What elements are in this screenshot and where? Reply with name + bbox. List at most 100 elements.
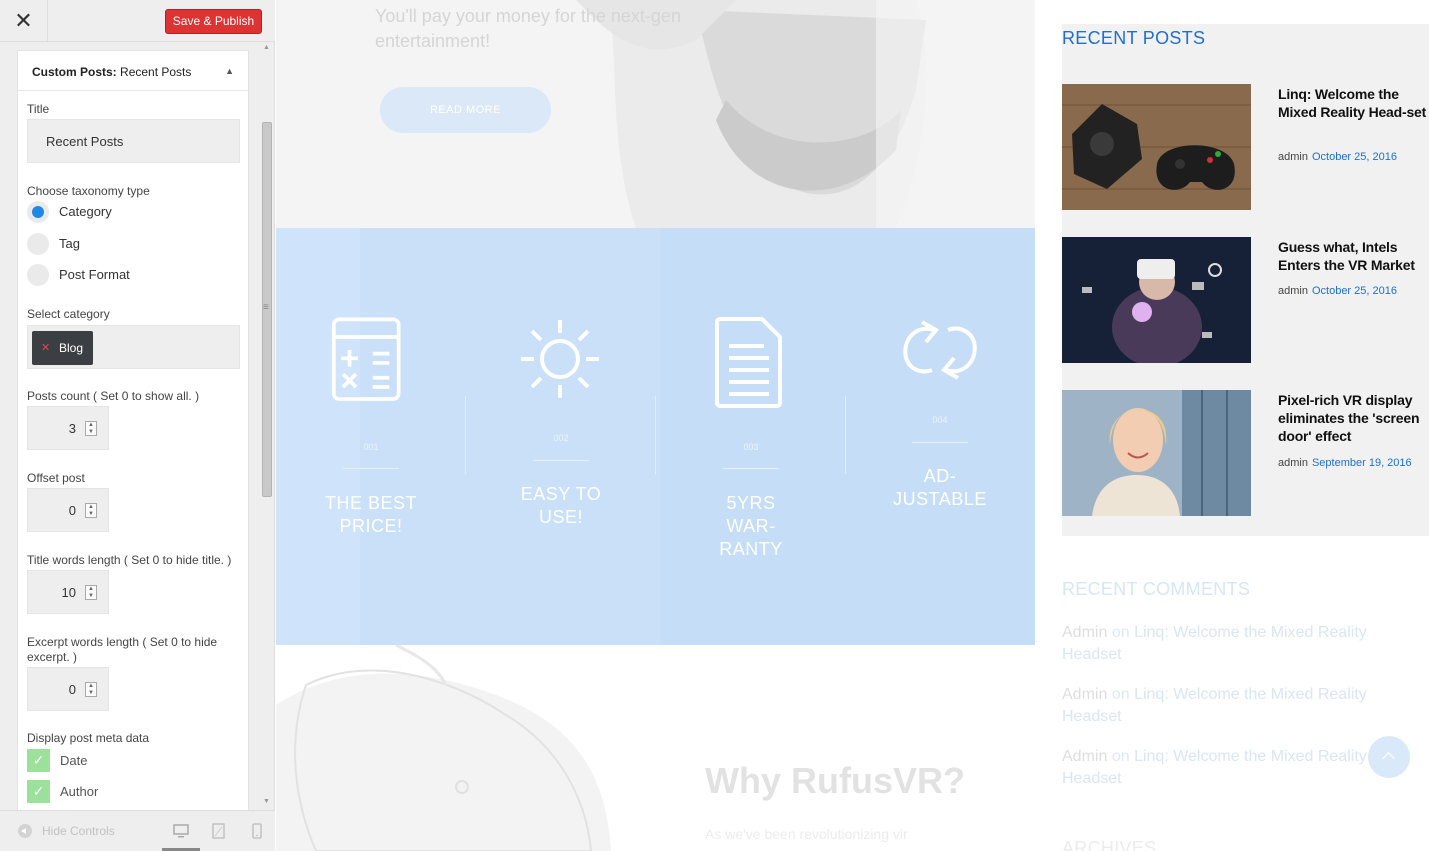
save-publish-button[interactable]: Save & Publish [165,9,262,34]
resize-handle-icon[interactable]: ≡ [263,302,269,313]
radio-label: Tag [59,236,80,251]
comment-on: on [1111,624,1130,641]
category-chip-blog[interactable]: ✕ Blog [32,331,93,365]
sun-icon [521,320,599,398]
post-author: admin [1278,457,1308,469]
scroll-up-arrow-icon[interactable]: ▲ [263,44,270,51]
post-author: admin [1278,285,1308,297]
recent-posts-title: RECENT POSTS [1062,28,1206,48]
post-date-link[interactable]: October 25, 2016 [1312,285,1397,297]
excerpt-words-label: Excerpt words length ( Set 0 to hide [27,635,218,649]
feature-divider [723,468,779,469]
comment-item: Admin on Linq: Welcome the Mixed Reality… [1062,622,1402,666]
post-date-link[interactable]: October 25, 2016 [1312,151,1397,163]
post-title-link[interactable]: Linq: Welcome the Mixed Reality Head-set [1278,85,1428,121]
comment-post-link[interactable]: Linq: Welcome the Mixed Reality Headset [1062,748,1367,787]
radio-selected-indicator[interactable] [27,201,49,223]
posts-count-label: Posts count ( Set 0 to show all. ) [27,389,200,403]
comment-author[interactable]: Admin [1062,624,1107,641]
hide-controls-button[interactable]: Hide Controls [18,824,115,838]
recent-post-item[interactable]: Linq: Welcome the Mixed Reality Head-set… [1062,84,1429,211]
taxonomy-label: Choose taxonomy type [27,184,150,198]
feature-number: 002 [553,433,569,443]
customizer-window: ✕ Save & Publish Custom Posts: Recent Po… [0,0,1429,851]
feature-number: 003 [743,442,759,452]
feature-number: 001 [363,442,379,452]
post-thumbnail[interactable] [1062,390,1251,516]
comment-item: Admin on Linq: Welcome the Mixed Reality… [1062,684,1402,728]
comment-on: on [1111,748,1130,765]
comment-post-link[interactable]: Linq: Welcome the Mixed Reality Headset [1062,686,1367,725]
recent-posts-widget-panel: Custom Posts: Recent Posts ▲ Title Recen… [17,50,249,810]
remove-chip-icon[interactable]: ✕ [41,331,50,365]
recent-posts-widget: RECENT POSTS Linq: Welcome the Mixed Rea… [1062,24,1429,536]
radio-label: Category [59,204,112,219]
comment-author[interactable]: Admin [1062,686,1107,703]
post-title-link[interactable]: Guess what, Intels Enters the VR Market [1278,238,1428,274]
sidebar-scrollbar[interactable]: ▲ ▼ [259,42,275,810]
collapse-arrow-icon [18,824,32,838]
sidebar-scroll-area: Custom Posts: Recent Posts ▲ Title Recen… [0,42,275,810]
radio-indicator[interactable] [27,233,49,255]
category-label: Select category [27,307,110,321]
feature-separator [845,396,846,474]
checkmark-icon[interactable]: ✓ [27,749,50,772]
desktop-icon[interactable] [173,823,189,839]
archives-title: ARCHIVES [1062,838,1157,851]
offset-stepper[interactable]: 0 ▲ ▼ [27,488,109,532]
feature-title: EASY TO USE! [520,484,602,527]
comment-item: Admin on Linq: Welcome the Mixed Reality… [1062,746,1402,790]
spinner-arrows-icon[interactable]: ▲ ▼ [85,682,97,697]
tablet-icon[interactable] [211,823,227,839]
why-subtext: As we've been revolutionizing vir [705,826,908,842]
close-icon[interactable]: ✕ [14,8,32,33]
category-select[interactable]: ✕ Blog [27,325,240,369]
spinner-arrows-icon[interactable]: ▲ ▼ [85,421,97,436]
vr-headset-image [276,645,611,851]
widget-header[interactable]: Custom Posts: Recent Posts ▲ [18,51,248,91]
spinner-arrows-icon[interactable]: ▲ ▼ [85,503,97,518]
collapse-caret-icon[interactable]: ▲ [225,66,234,76]
excerpt-words-stepper[interactable]: 0 ▲ ▼ [27,667,109,711]
checkmark-icon[interactable]: ✓ [27,780,50,803]
comment-on: on [1111,686,1130,703]
feature-number: 004 [932,415,948,425]
title-words-stepper[interactable]: 10 ▲ ▼ [27,570,109,614]
chip-label: Blog [59,341,84,355]
comment-post-link[interactable]: Linq: Welcome the Mixed Reality Headset [1062,624,1367,663]
stepper-value: 0 [68,682,76,697]
comment-author[interactable]: Admin [1062,748,1107,765]
post-title-link[interactable]: Pixel-rich VR display eliminates the 'sc… [1278,391,1428,445]
spinner-arrows-icon[interactable]: ▲ ▼ [85,585,97,600]
posts-count-stepper[interactable]: 3 ▲ ▼ [27,406,109,450]
hero-tagline-line2: entertainment! [375,31,491,51]
post-thumbnail[interactable] [1062,237,1251,363]
feature-divider [533,460,589,461]
close-button[interactable]: ✕ [0,0,48,42]
scroll-down-arrow-icon[interactable]: ▼ [263,798,270,805]
checkbox-label: Author [60,784,99,799]
post-meta: admin October 25, 2016 [1278,151,1397,163]
recent-post-item[interactable]: Guess what, Intels Enters the VR Market … [1062,237,1429,364]
title-input[interactable]: Recent Posts [27,119,240,163]
feature-separator [465,396,466,474]
sidebar-footer: Hide Controls [0,810,275,851]
stepper-value: 0 [68,503,76,518]
post-date-link[interactable]: September 19, 2016 [1312,457,1412,469]
radio-indicator[interactable] [27,264,49,286]
back-to-top-button[interactable] [1368,736,1410,778]
feature-title: THE BEST PRICE! [324,493,417,536]
feature-item: 001 THE BEST PRICE! [276,228,466,645]
feature-item: 002 EASY TO USE! [466,228,656,645]
post-thumbnail[interactable] [1062,84,1251,210]
sidebar-header: ✕ Save & Publish [0,0,275,42]
stepper-value: 3 [68,421,76,436]
mobile-icon[interactable] [249,823,265,839]
recent-post-item[interactable]: Pixel-rich VR display eliminates the 'sc… [1062,390,1429,517]
read-more-button[interactable]: READ MORE [380,87,551,133]
radio-label: Post Format [59,267,130,282]
calculator-icon [331,317,401,401]
feature-item: 003 5YRS WAR-RANTY [656,228,846,645]
customizer-sidebar: ✕ Save & Publish Custom Posts: Recent Po… [0,0,275,851]
post-meta: admin September 19, 2016 [1278,457,1412,469]
